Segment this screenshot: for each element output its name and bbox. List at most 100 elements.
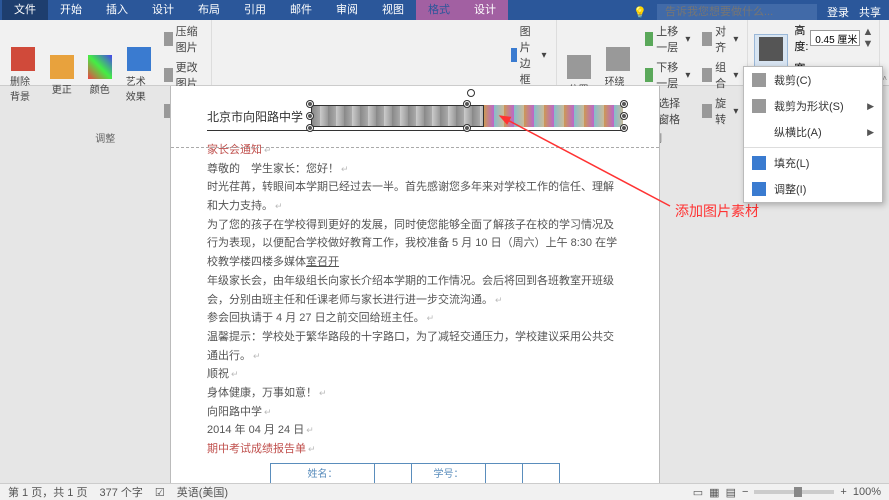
share-button[interactable]: 共享 — [859, 4, 881, 20]
align-button[interactable]: 对齐 ▾ — [699, 22, 741, 56]
document-header: 北京市向阳路中学 — [207, 105, 623, 131]
crop-menu-shape-icon — [752, 99, 766, 113]
body-text[interactable]: 家长会通知 尊敬的 学生家长：您好！ 时光荏苒，转眼间本学期已经过去一半。首先感… — [207, 141, 623, 483]
ribbon-group-arrange: 位置 环绕文字 上移一层 ▾ 下移一层 ▾ 选择窗格 对齐 ▾ 组合 ▾ 旋转 … — [557, 20, 749, 85]
report-title: 期中考试成绩报告单 — [207, 440, 623, 459]
tab-layout[interactable]: 布局 — [186, 0, 232, 20]
crop-menu-fit-icon — [752, 182, 766, 196]
zoom-thumb[interactable] — [794, 487, 802, 497]
group-icon — [702, 68, 712, 82]
view-print-icon[interactable]: ▦ — [709, 486, 719, 499]
tab-home[interactable]: 开始 — [48, 0, 94, 20]
forward-label: 上移一层 — [656, 23, 682, 55]
crop-menu-crop[interactable]: 裁剪(C) — [744, 67, 882, 93]
corrections-icon — [50, 55, 74, 79]
zoom-in[interactable]: + — [840, 486, 846, 498]
rotate-handle[interactable] — [467, 89, 475, 97]
tab-design[interactable]: 设计 — [140, 0, 186, 20]
sel-handle-ne[interactable] — [621, 101, 627, 107]
compress-label: 压缩图片 — [176, 23, 202, 55]
school-title: 北京市向阳路中学 — [207, 108, 303, 125]
notify-title: 家长会通知 — [207, 141, 623, 160]
position-icon — [567, 55, 591, 79]
status-page[interactable]: 第 1 页，共 1 页 — [8, 484, 87, 500]
p4: 参会回执请于 4 月 27 日之前交回给班主任。 — [207, 309, 623, 328]
forward-button[interactable]: 上移一层 ▾ — [642, 22, 693, 56]
p1: 时光荏苒，转眼间本学期已经过去一半。首先感谢您多年来对学校工作的信任、理解和大力… — [207, 178, 623, 215]
height-down[interactable]: ▼ — [862, 38, 873, 50]
p7: 身体健康，万事如意！ — [207, 384, 623, 403]
p5: 温馨提示：学校处于繁华路段的十字路口，为了减轻交通压力，学校建议采用公共交通出行… — [207, 328, 623, 365]
pic-border-icon — [511, 48, 517, 62]
sel-handle-e[interactable] — [621, 113, 627, 119]
p-greeting: 尊敬的 学生家长：您好！ — [207, 160, 623, 179]
height-label: 高度: — [794, 22, 808, 54]
remove-bg-icon — [11, 47, 35, 71]
tell-me-input[interactable] — [657, 4, 817, 20]
tab-file[interactable]: 文件 — [2, 0, 48, 20]
p3: 年级家长会，由年级组长向家长介绍本学期的工作情况。会后将回到各班教室开班级会，分… — [207, 272, 623, 309]
status-lang[interactable]: 英语(美国) — [177, 484, 228, 500]
crop-menu-fill[interactable]: 填充(L) — [744, 150, 882, 176]
crop-menu-sep — [744, 147, 882, 148]
sel-handle-n[interactable] — [464, 101, 470, 107]
zoom-slider[interactable] — [754, 490, 834, 494]
crop-menu-crop-icon — [752, 73, 766, 87]
chevron-right-icon: ▶ — [867, 127, 874, 138]
height-input[interactable] — [810, 30, 860, 46]
header-image-color — [483, 105, 623, 127]
header-body-divider — [171, 147, 659, 148]
change-icon — [164, 68, 172, 82]
pic-border-button[interactable]: 图片边框 ▾ — [508, 22, 550, 88]
menu-tabs: 文件 开始 插入 设计 布局 引用 邮件 审阅 视图 格式 设计 💡 登录 共享 — [0, 0, 889, 20]
score-table: 姓名：学号： 科目语文数学英语物理化学总分 成绩 班级平均分 — [270, 463, 560, 483]
crop-dropdown: 裁剪(C) 裁剪为形状(S)▶ 纵横比(A)▶ 填充(L) 调整(I) — [743, 66, 883, 203]
tab-format[interactable]: 格式 — [416, 0, 462, 20]
forward-icon — [645, 32, 653, 46]
crop-menu-fit[interactable]: 调整(I) — [744, 176, 882, 202]
zoom-value[interactable]: 100% — [853, 486, 881, 498]
ribbon-group-adjust: 删除背景 更正 颜色 艺术效果 压缩图片 更改图片 重设图片 调整 — [0, 20, 212, 85]
annotation-text: 添加图片素材 — [675, 201, 759, 221]
chevron-right-icon: ▶ — [867, 101, 874, 112]
p8: 向阳路中学 — [207, 403, 623, 422]
sel-handle-s[interactable] — [464, 125, 470, 131]
sel-handle-sw[interactable] — [307, 125, 313, 131]
tell-me-icon: 💡 — [633, 6, 647, 19]
p9: 2014 年 04 月 24 日 — [207, 421, 623, 440]
sel-handle-nw[interactable] — [307, 101, 313, 107]
pic-border-label: 图片边框 — [520, 23, 539, 87]
backward-icon — [645, 68, 653, 82]
wrap-icon — [606, 47, 630, 71]
tab-design2[interactable]: 设计 — [462, 0, 508, 20]
align-icon — [702, 32, 712, 46]
tab-mailings[interactable]: 邮件 — [278, 0, 324, 20]
tab-references[interactable]: 引用 — [232, 0, 278, 20]
status-words[interactable]: 377 个字 — [99, 484, 142, 500]
sel-handle-se[interactable] — [621, 125, 627, 131]
height-up[interactable]: ▲ — [862, 26, 873, 38]
zoom-out[interactable]: − — [742, 486, 748, 498]
tab-insert[interactable]: 插入 — [94, 0, 140, 20]
crop-icon — [759, 37, 783, 61]
crop-menu-aspect[interactable]: 纵横比(A)▶ — [744, 119, 882, 145]
crop-menu-fill-icon — [752, 156, 766, 170]
login-link[interactable]: 登录 — [827, 4, 849, 20]
status-bar: 第 1 页，共 1 页 377 个字 ☑ 英语(美国) ▭ ▦ ▤ − + 10… — [0, 483, 889, 500]
tab-view[interactable]: 视图 — [370, 0, 416, 20]
compress-icon — [164, 32, 172, 46]
artistic-icon — [127, 47, 151, 71]
compress-button[interactable]: 压缩图片 — [161, 22, 204, 56]
ribbon-group-styles: ▲▼▾ 图片边框 ▾ 图片效果 ▾ 图片版式 ▾ 图片样式 ↘ — [212, 20, 557, 85]
header-image-selected[interactable] — [311, 105, 623, 127]
status-proof-icon[interactable]: ☑ — [155, 486, 165, 499]
color-icon — [88, 55, 112, 79]
view-read-icon[interactable]: ▭ — [693, 486, 703, 499]
crop-menu-shape[interactable]: 裁剪为形状(S)▶ — [744, 93, 882, 119]
p6: 顺祝 — [207, 365, 623, 384]
tab-review[interactable]: 审阅 — [324, 0, 370, 20]
view-web-icon[interactable]: ▤ — [726, 486, 736, 499]
page[interactable]: 北京市向阳路中学 家长会通知 尊敬的 学生家长：您好！ 时光荏苒，转眼间本学期已… — [170, 86, 660, 483]
sel-handle-w[interactable] — [307, 113, 313, 119]
align-label: 对齐 — [715, 23, 730, 55]
